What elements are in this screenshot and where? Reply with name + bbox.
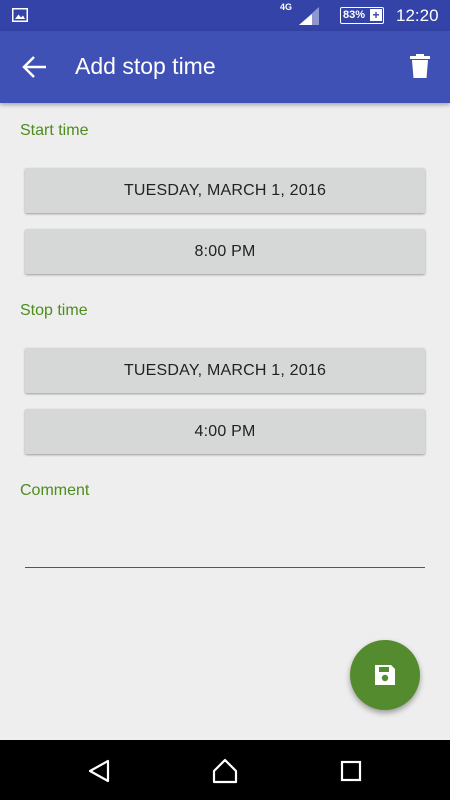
status-clock: 12:20 xyxy=(396,6,439,25)
signal-icon xyxy=(299,7,319,25)
start-time-button[interactable]: 8:00 PM xyxy=(25,229,425,274)
status-bar: 4G 83% + 12:20 xyxy=(0,0,450,31)
start-date-button[interactable]: TUESDAY, MARCH 1, 2016 xyxy=(25,168,425,213)
app-bar: Add stop time xyxy=(0,31,450,103)
delete-icon[interactable] xyxy=(410,54,430,78)
stop-date-button[interactable]: TUESDAY, MARCH 1, 2016 xyxy=(25,348,425,393)
gallery-icon xyxy=(12,8,28,22)
comment-input[interactable] xyxy=(25,530,425,568)
battery-percent: 83% xyxy=(343,9,366,21)
home-icon[interactable] xyxy=(211,757,239,785)
stop-time-button[interactable]: 4:00 PM xyxy=(25,409,425,454)
battery-icon: 83% + xyxy=(340,7,384,24)
back-arrow-icon[interactable] xyxy=(22,55,48,79)
navigation-bar xyxy=(0,740,450,800)
save-button[interactable] xyxy=(350,640,420,710)
start-time-label: Start time xyxy=(20,122,89,139)
recents-icon[interactable] xyxy=(337,757,365,785)
page-title: Add stop time xyxy=(75,53,216,79)
stop-time-label: Stop time xyxy=(20,302,88,319)
charging-indicator: + xyxy=(370,9,382,21)
comment-label: Comment xyxy=(20,482,90,499)
network-type: 4G xyxy=(280,2,293,12)
save-icon xyxy=(375,665,395,685)
back-triangle-icon[interactable] xyxy=(86,757,114,785)
